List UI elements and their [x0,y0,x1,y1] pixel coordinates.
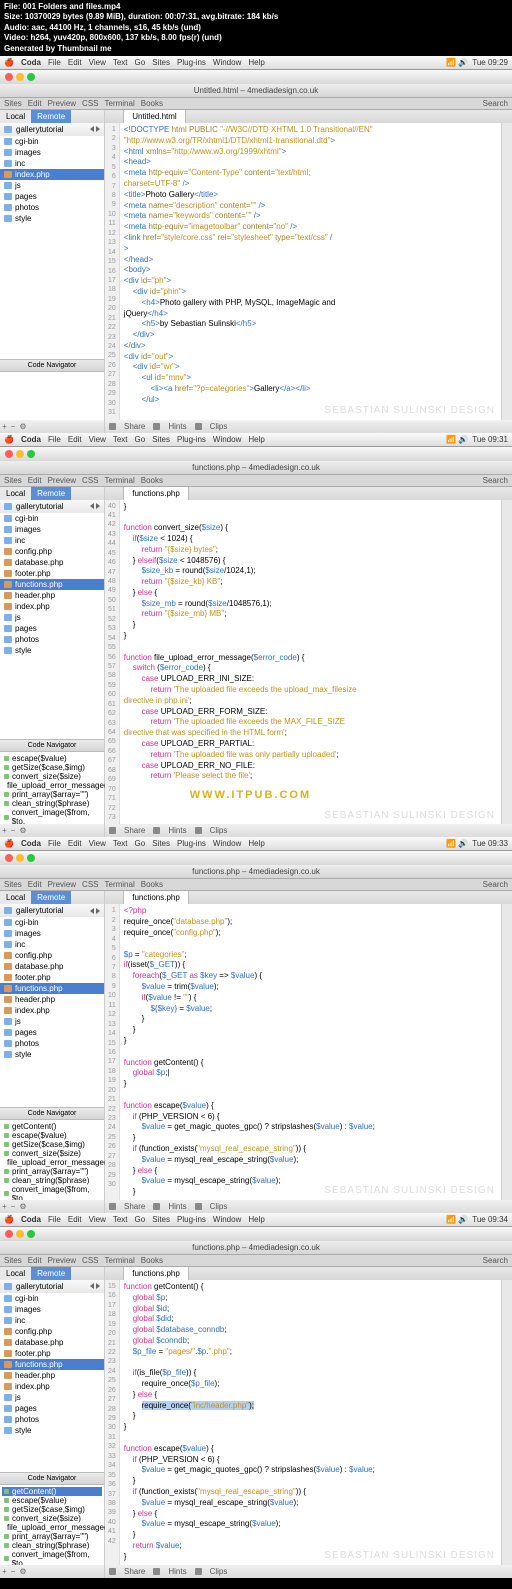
nav-fn[interactable]: escape($value) [2,754,102,763]
tab-terminal[interactable]: Terminal [105,99,135,108]
remote-tab[interactable]: Remote [31,110,71,123]
tab-edit[interactable]: Edit [28,99,42,108]
local-tab[interactable]: Local [0,110,31,123]
list-item[interactable]: photos [0,202,104,213]
pane-3: 🍎CodaFileEditViewTextGoSitesPlug-insWind… [0,837,512,1213]
folder-icon [4,126,12,133]
nav-fn[interactable]: print_array($array="") [2,790,102,799]
nav-fn[interactable]: convert_size($size) [2,772,102,781]
list-item[interactable]: js [0,180,104,191]
app-menu[interactable]: Coda [21,58,41,67]
code-area[interactable]: <?php require_once("database.php"); requ… [120,904,501,1200]
list-item[interactable]: index.php [0,169,104,180]
sidebar: LocalRemote gallerytutorial cgi-bin imag… [0,110,105,433]
sidebar-footer: +−⚙ [0,420,104,433]
list-item[interactable]: index.php [0,601,104,612]
code-navigator-label: Code Navigator [0,359,104,372]
list-item[interactable]: images [0,524,104,535]
file-list: cgi-bin images inc index.php js pages ph… [0,136,104,359]
list-item[interactable]: inc [0,535,104,546]
watermark: SEBASTIAN SULINSKI DESIGN [324,404,495,418]
pane-4: 🍎CodaFileEditViewTextGoSitesPlug-insWind… [0,1213,512,1578]
list-item[interactable]: inc [0,158,104,169]
menu-sites[interactable]: Sites [152,58,170,67]
pane-1: 🍎 Coda File Edit View Text Go Sites Plug… [0,56,512,433]
list-item[interactable]: photos [0,634,104,645]
editor-tab-blank[interactable] [105,110,124,123]
list-item[interactable]: style [0,645,104,656]
list-item[interactable]: header.php [0,590,104,601]
search-field[interactable]: Search [483,99,508,108]
file-info-header: File: 001 Folders and files.mp4 Size: 10… [0,0,512,56]
mac-menubar: 🍎 Coda File Edit View Text Go Sites Plug… [0,56,512,70]
nav-fn[interactable]: getSize($case,$img) [2,763,102,772]
code-area[interactable]: function getContent() { global $p; globa… [120,1280,501,1565]
code-area[interactable]: <!DOCTYPE html PUBLIC "-//W3C//DTD XHTML… [120,123,501,420]
minimize-button[interactable] [16,73,24,81]
menu-text[interactable]: Text [113,58,128,67]
tab-preview[interactable]: Preview [48,99,76,108]
list-item[interactable]: config.php [0,546,104,557]
list-item[interactable]: js [0,612,104,623]
nav-fn[interactable]: file_upload_error_message( [2,781,102,790]
tab-css[interactable]: CSS [82,99,98,108]
system-tray: 📶 🔊 Tue 09:29 [446,58,508,67]
menu-go[interactable]: Go [135,58,146,67]
list-item[interactable]: style [0,213,104,224]
code-area[interactable]: } function convert_size($size) { if($siz… [120,500,501,825]
list-item[interactable]: cgi-bin [0,513,104,524]
apple-icon[interactable]: 🍎 [4,58,14,67]
list-item[interactable]: cgi-bin [0,136,104,147]
add-icon[interactable]: + [2,422,7,431]
tab-sites[interactable]: Sites [4,99,22,108]
menu-plugins[interactable]: Plug-ins [177,58,206,67]
menu-edit[interactable]: Edit [68,58,82,67]
close-button[interactable] [5,73,13,81]
remove-icon[interactable]: − [11,422,16,431]
nav-fwd-icon[interactable] [96,126,100,132]
list-item[interactable]: images [0,147,104,158]
zoom-button[interactable] [27,73,35,81]
list-item[interactable]: database.php [0,557,104,568]
nav-fn[interactable]: clean_string($phrase) [2,799,102,808]
line-gutter: 1234567891011121314151617181920212223242… [105,123,120,420]
window-controls [0,70,512,84]
list-item[interactable]: pages [0,623,104,634]
scrollbar[interactable] [501,123,512,420]
menu-help[interactable]: Help [248,58,264,67]
list-item[interactable]: functions.php [0,579,104,590]
editor-footer: ShareHintsClips [105,420,512,433]
editor-tab[interactable]: Untitled.html [124,110,185,123]
tab-books[interactable]: Books [141,99,163,108]
list-item[interactable]: footer.php [0,568,104,579]
action-icon[interactable]: ⚙ [19,422,26,431]
menu-view[interactable]: View [89,58,106,67]
list-item[interactable]: pages [0,191,104,202]
window-title: Untitled.html – 4mediadesign.co.uk [0,84,512,98]
menu-file[interactable]: File [48,58,61,67]
mode-tabs: Sites Edit Preview CSS Terminal Books Se… [0,98,512,110]
breadcrumb[interactable]: gallerytutorial [0,123,104,136]
pane-2: 🍎CodaFileEditViewTextGoSitesPlug-insWind… [0,433,512,838]
menu-window[interactable]: Window [213,58,241,67]
nav-back-icon[interactable] [90,126,94,132]
